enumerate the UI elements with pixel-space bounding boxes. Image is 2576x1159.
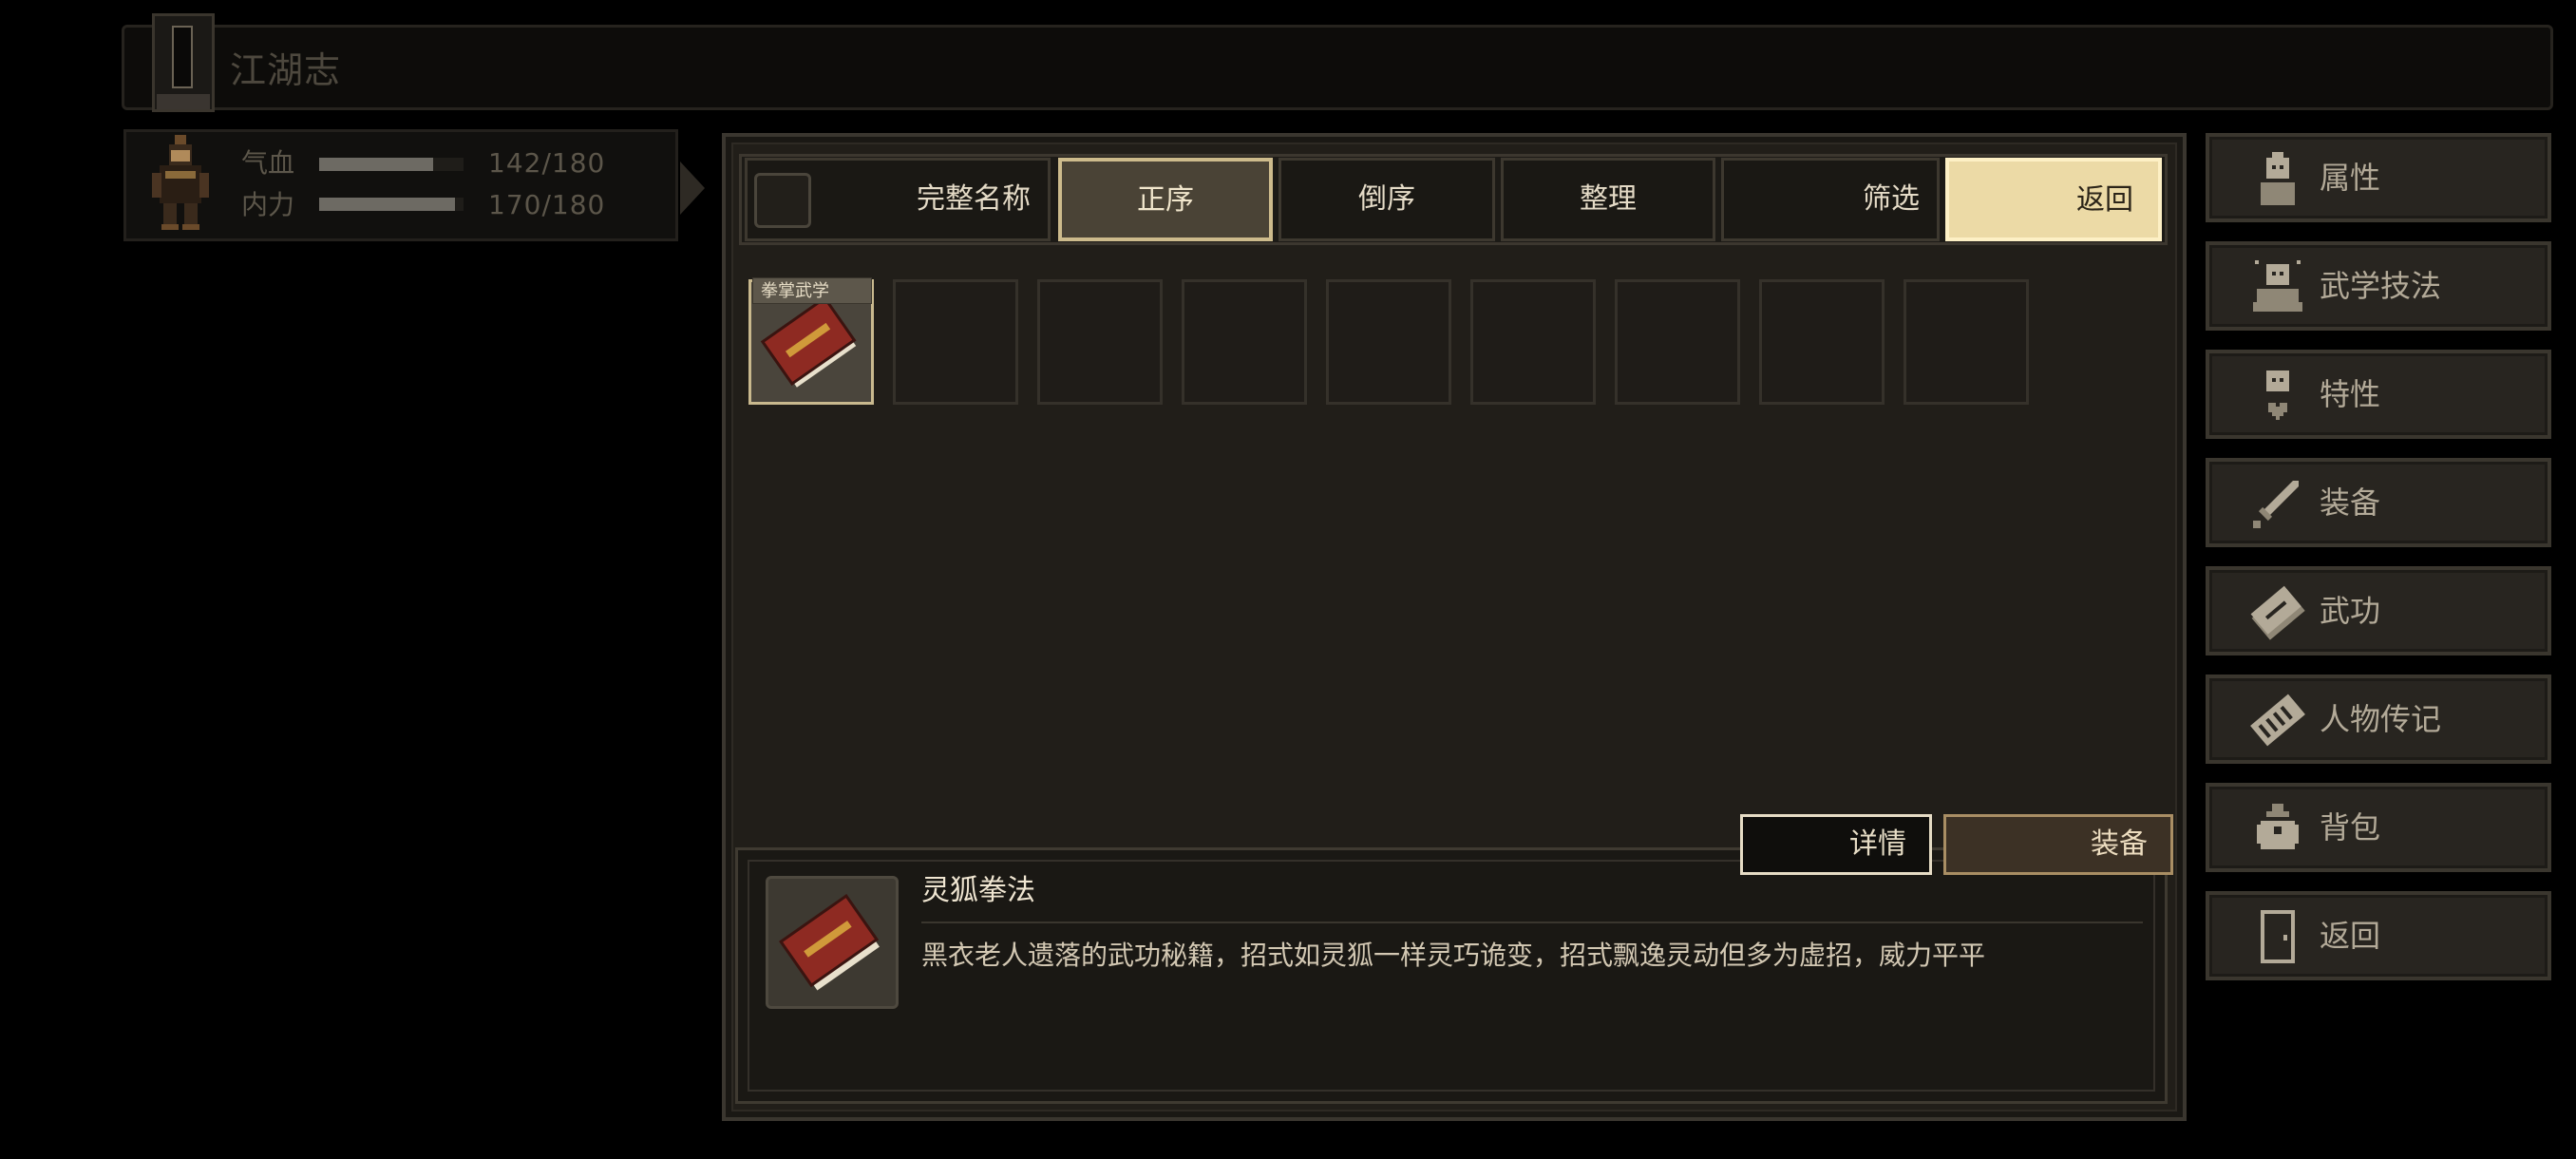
full-name-checkbox[interactable] [754, 173, 811, 228]
item-category-tag: 拳掌武学 [752, 277, 872, 304]
character-avatar [142, 133, 218, 232]
details-button[interactable]: 详情 [1740, 814, 1932, 875]
inventory-slot-empty[interactable] [1326, 279, 1451, 405]
sort-descending-button[interactable]: 倒序 [1279, 158, 1495, 241]
mp-bar-fill [319, 198, 456, 211]
description-divider [921, 922, 2143, 923]
filter-button[interactable]: 筛选 [1721, 158, 1940, 241]
hp-bar-fill [319, 158, 433, 171]
menu-label: 装备 [2320, 484, 2381, 521]
menu-label: 返回 [2320, 918, 2381, 954]
inventory-slot-empty[interactable] [1182, 279, 1307, 405]
inventory-slot-empty[interactable] [1470, 279, 1596, 405]
organize-button[interactable]: 整理 [1501, 158, 1715, 241]
selected-item-name: 灵狐拳法 [921, 874, 1035, 907]
menu-item-backpack[interactable]: 背包 [2206, 783, 2551, 872]
menu-label: 武功 [2320, 593, 2381, 629]
menu-label: 背包 [2320, 809, 2381, 846]
menu-label: 属性 [2320, 160, 2381, 196]
mp-label: 内力 [241, 189, 295, 220]
hp-bar [319, 158, 464, 171]
menu-label: 特性 [2320, 376, 2381, 412]
toolbar-back-button[interactable]: 返回 [1945, 158, 2162, 241]
heart-person-icon [2266, 370, 2289, 420]
menu-item-biography[interactable]: 人物传记 [2206, 674, 2551, 764]
inventory-slot-empty[interactable] [1904, 279, 2029, 405]
menu-item-back[interactable]: 返回 [2206, 891, 2551, 980]
person-icon [2261, 152, 2295, 205]
inventory-slot-empty[interactable] [1615, 279, 1740, 405]
meditate-icon [2253, 260, 2302, 312]
journal-book-icon [152, 13, 215, 112]
menu-label: 武学技法 [2320, 268, 2442, 304]
page-title: 江湖志 [230, 49, 342, 91]
sword-icon [2253, 481, 2299, 528]
inventory-slot-empty[interactable] [893, 279, 1018, 405]
scroll-icon [2250, 694, 2305, 747]
menu-item-traits[interactable]: 特性 [2206, 350, 2551, 439]
expand-arrow-icon[interactable] [680, 162, 705, 215]
bag-icon [2257, 804, 2299, 849]
menu-item-martial-techniques[interactable]: 武学技法 [2206, 241, 2551, 331]
menu-item-attributes[interactable]: 属性 [2206, 133, 2551, 222]
equip-button[interactable]: 装备 [1943, 814, 2173, 875]
selected-item-icon [766, 876, 899, 1009]
mp-bar [319, 198, 464, 211]
book-icon [2250, 585, 2305, 640]
menu-label: 人物传记 [2320, 701, 2442, 737]
inventory-slot-empty[interactable] [1759, 279, 1885, 405]
menu-item-equipment[interactable]: 装备 [2206, 458, 2551, 547]
hp-value: 142/180 [488, 147, 606, 179]
mp-value: 170/180 [488, 189, 606, 220]
sort-ascending-button[interactable]: 正序 [1058, 158, 1273, 241]
menu-item-martial-arts[interactable]: 武功 [2206, 566, 2551, 656]
title-bar [122, 25, 2553, 110]
door-icon [2261, 910, 2295, 963]
hp-label: 气血 [241, 147, 295, 179]
selected-item-description: 黑衣老人遗落的武功秘籍，招式如灵狐一样灵巧诡变，招式飘逸灵动但多为虚招，威力平平 [921, 940, 1986, 971]
inventory-slot-empty[interactable] [1037, 279, 1163, 405]
